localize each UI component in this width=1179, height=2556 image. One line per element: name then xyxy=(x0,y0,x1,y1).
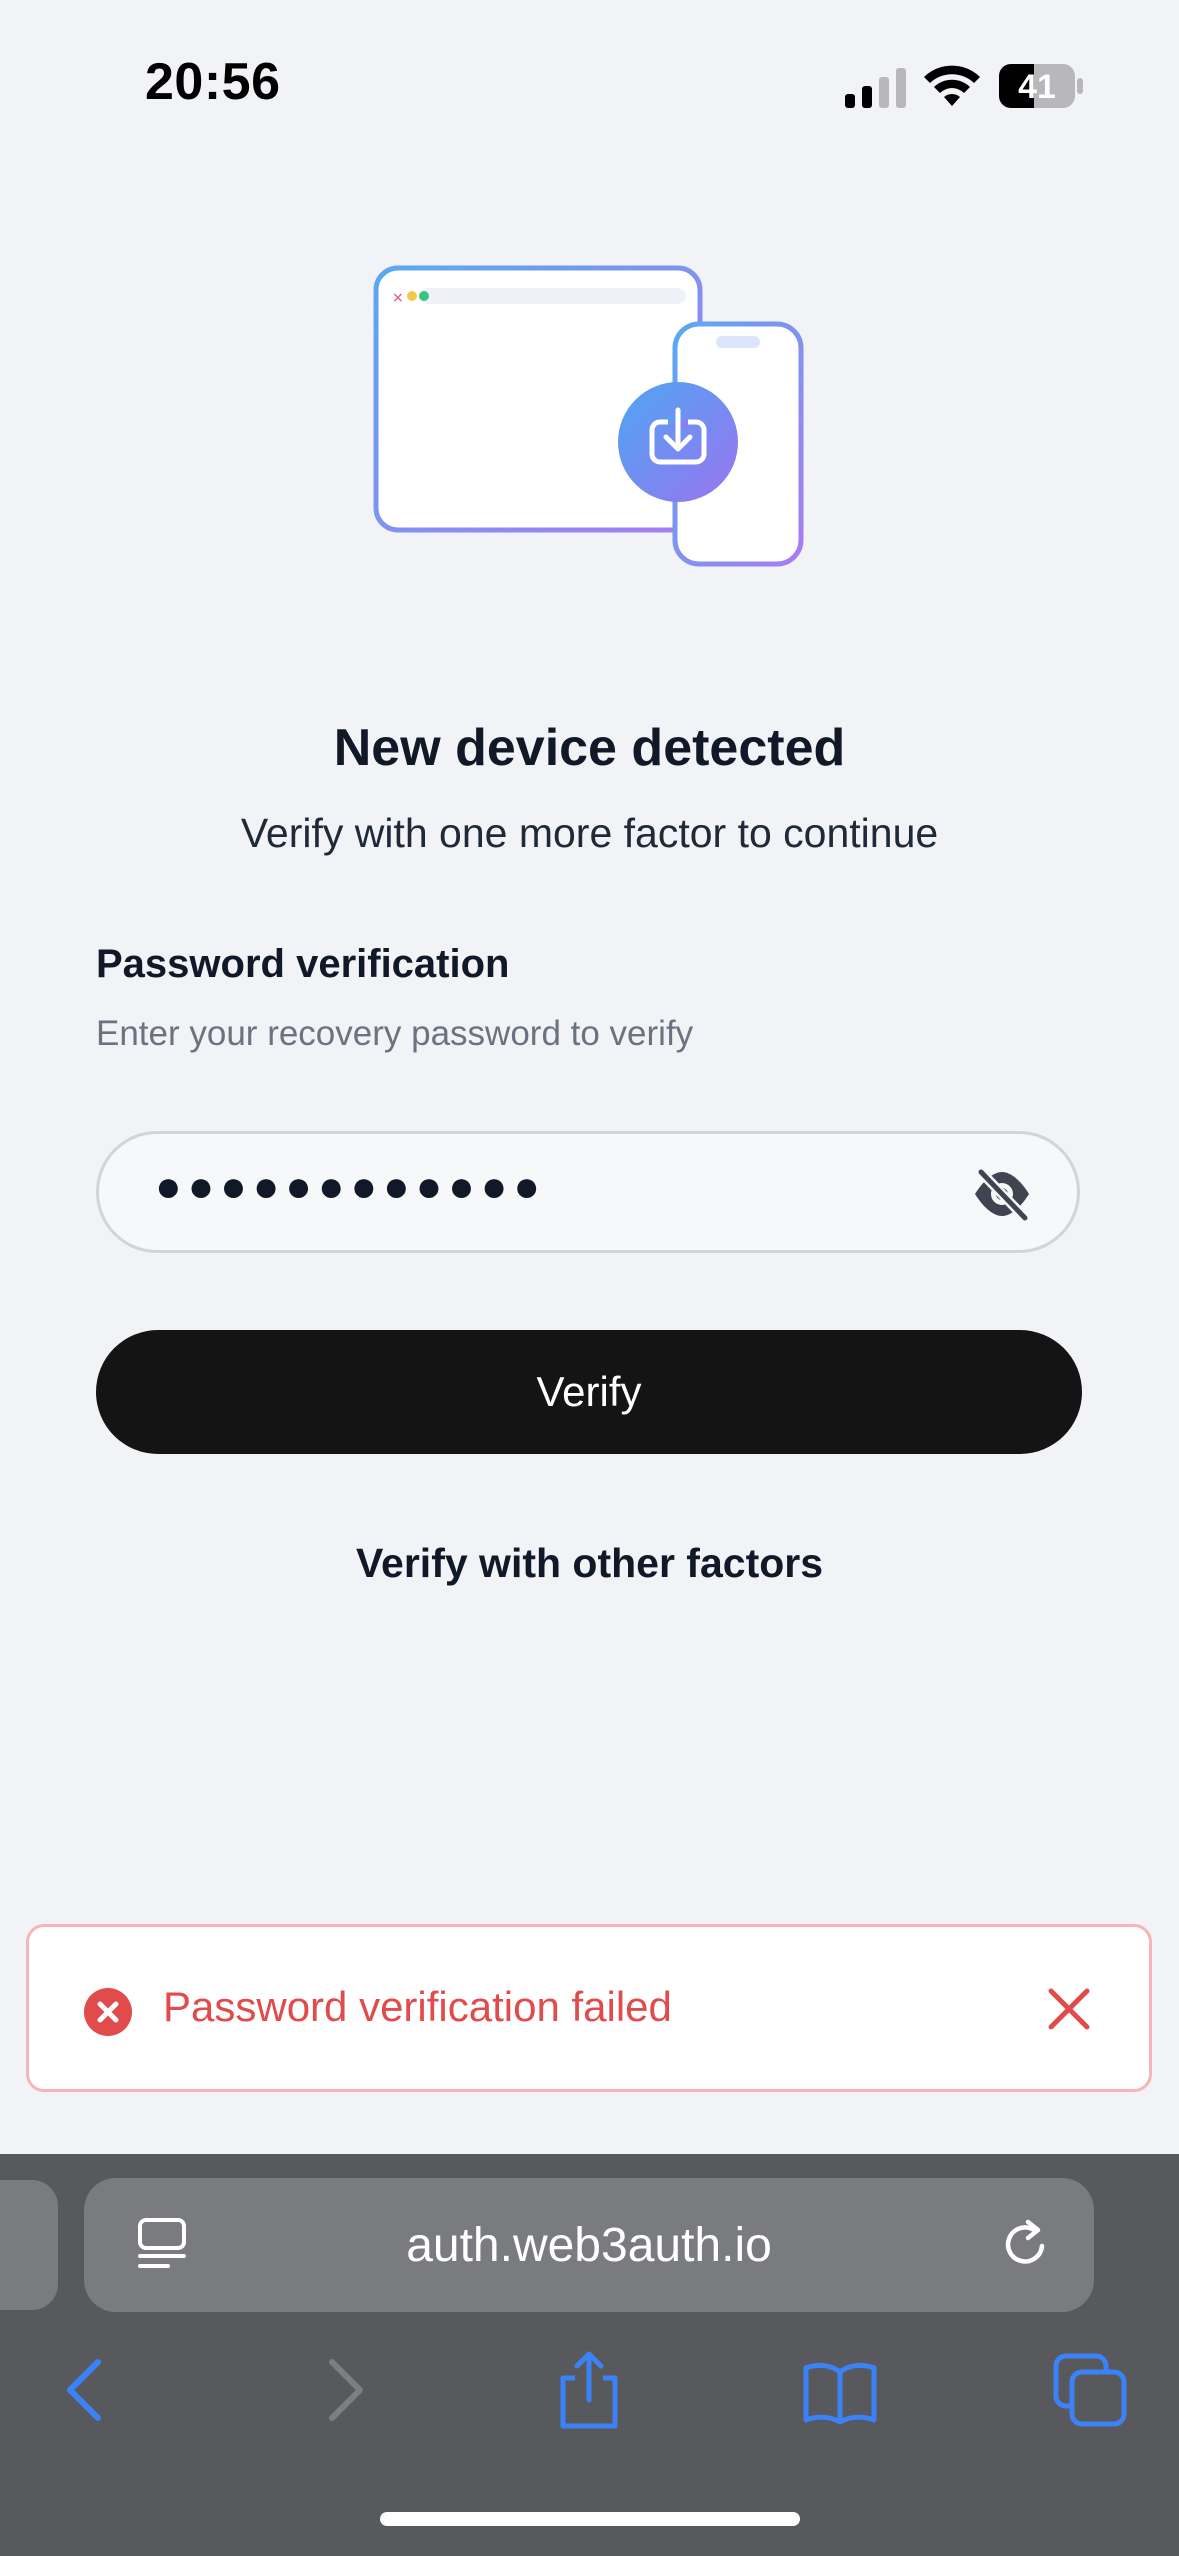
address-bar[interactable]: auth.web3auth.io xyxy=(84,2178,1094,2312)
cellular-signal-icon xyxy=(845,68,906,108)
forward-icon[interactable] xyxy=(302,2350,382,2430)
tabs-icon[interactable] xyxy=(1050,2350,1130,2430)
previous-tab-peek[interactable] xyxy=(0,2180,58,2310)
error-toast: Password verification failed xyxy=(26,1924,1152,2092)
back-icon[interactable] xyxy=(48,2350,128,2430)
verify-other-factors-link[interactable]: Verify with other factors xyxy=(0,1540,1179,1587)
url-text: auth.web3auth.io xyxy=(406,2219,772,2272)
eye-off-icon[interactable] xyxy=(971,1166,1033,1222)
verify-button[interactable]: Verify xyxy=(96,1330,1082,1454)
svg-text:×: × xyxy=(392,290,404,306)
share-icon[interactable] xyxy=(549,2350,629,2430)
reload-icon[interactable] xyxy=(998,2216,1054,2272)
wifi-icon xyxy=(924,65,980,106)
page-subtitle: Verify with one more factor to continue xyxy=(240,810,939,856)
status-bar: 20:56 41 xyxy=(0,0,1179,160)
bookmarks-icon[interactable] xyxy=(800,2350,880,2430)
password-section-label: Password verification xyxy=(96,942,510,986)
close-icon[interactable] xyxy=(1047,1987,1091,2031)
password-input[interactable]: ●●●●●●●●●●●● xyxy=(96,1131,1080,1253)
home-indicator xyxy=(380,2512,800,2526)
toast-message: Password verification failed xyxy=(163,1983,672,2030)
battery-level: 41 xyxy=(1018,68,1056,106)
battery-icon: 41 xyxy=(998,62,1084,110)
page-title: New device detected xyxy=(333,719,846,777)
status-time: 20:56 xyxy=(145,53,281,111)
error-icon xyxy=(84,1988,132,2036)
password-section-hint: Enter your recovery password to verify xyxy=(96,1014,694,1053)
password-value: ●●●●●●●●●●●● xyxy=(155,1162,546,1211)
new-device-illustration: × xyxy=(373,265,804,567)
